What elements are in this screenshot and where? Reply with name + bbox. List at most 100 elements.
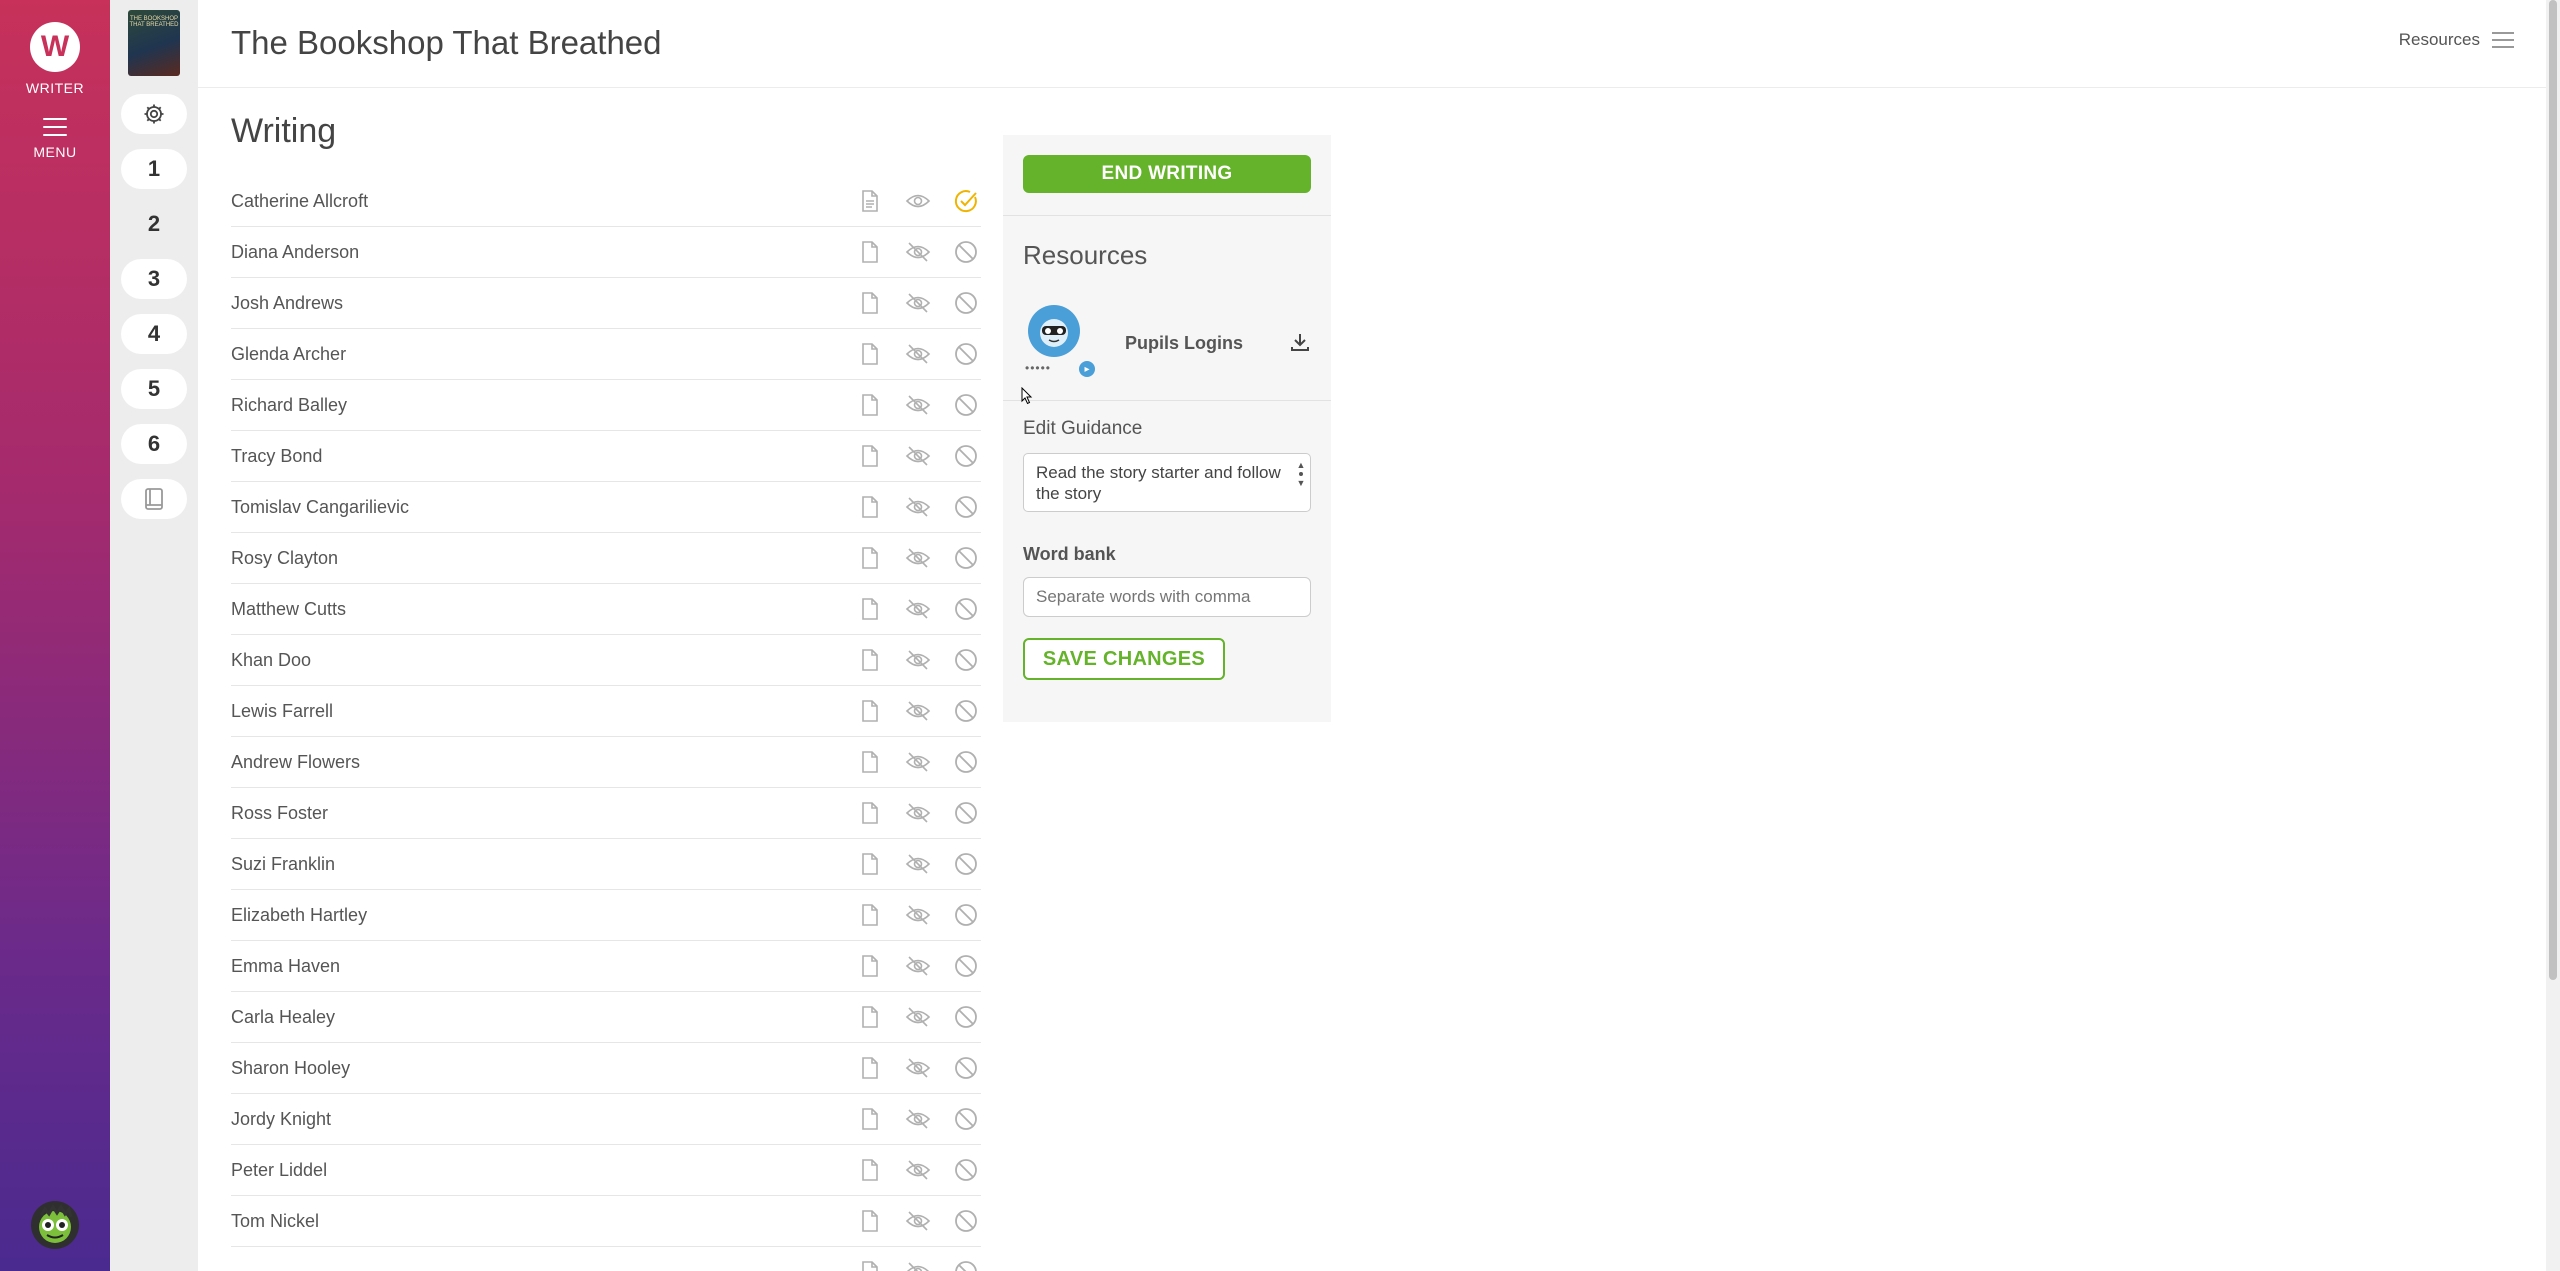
pupil-row[interactable]: Tracy Bond: [231, 431, 981, 482]
eye-off-icon[interactable]: [903, 645, 933, 675]
eye-off-icon[interactable]: [903, 1002, 933, 1032]
eye-off-icon[interactable]: [903, 237, 933, 267]
document-icon[interactable]: [855, 594, 885, 624]
user-avatar[interactable]: [31, 1201, 79, 1249]
document-icon[interactable]: [855, 543, 885, 573]
eye-off-icon[interactable]: [903, 543, 933, 573]
pupil-row[interactable]: Ross Foster: [231, 788, 981, 839]
eye-off-icon[interactable]: [903, 492, 933, 522]
document-icon[interactable]: [855, 747, 885, 777]
page-scrollbar[interactable]: [2546, 0, 2560, 1271]
pupil-row[interactable]: Rosy Clayton: [231, 533, 981, 584]
document-icon[interactable]: [855, 1104, 885, 1134]
eye-off-icon[interactable]: [903, 1257, 933, 1271]
pupil-row[interactable]: [231, 1247, 981, 1271]
eye-off-icon[interactable]: [903, 798, 933, 828]
pupil-row[interactable]: Khan Doo: [231, 635, 981, 686]
pupil-row[interactable]: Matthew Cutts: [231, 584, 981, 635]
pupil-row[interactable]: Josh Andrews: [231, 278, 981, 329]
eye-off-icon[interactable]: [903, 1206, 933, 1236]
blocked-icon[interactable]: [951, 900, 981, 930]
document-icon[interactable]: [855, 390, 885, 420]
resources-menu-button[interactable]: Resources: [2399, 30, 2514, 50]
pupil-row[interactable]: Elizabeth Hartley: [231, 890, 981, 941]
document-icon[interactable]: [855, 900, 885, 930]
document-icon[interactable]: [855, 645, 885, 675]
blocked-icon[interactable]: [951, 543, 981, 573]
pupil-row[interactable]: Tom Nickel: [231, 1196, 981, 1247]
blocked-icon[interactable]: [951, 594, 981, 624]
document-icon[interactable]: [855, 1155, 885, 1185]
eye-off-icon[interactable]: [903, 339, 933, 369]
pupil-row[interactable]: Suzi Franklin: [231, 839, 981, 890]
eye-off-icon[interactable]: [903, 900, 933, 930]
document-icon[interactable]: [855, 237, 885, 267]
document-icon[interactable]: [855, 339, 885, 369]
blocked-icon[interactable]: [951, 951, 981, 981]
pupil-row[interactable]: Emma Haven: [231, 941, 981, 992]
step-5-button[interactable]: 5: [121, 369, 187, 409]
document-icon[interactable]: [855, 1053, 885, 1083]
eye-off-icon[interactable]: [903, 696, 933, 726]
document-icon[interactable]: [855, 1002, 885, 1032]
blocked-icon[interactable]: [951, 1257, 981, 1271]
blocked-icon[interactable]: [951, 288, 981, 318]
blocked-icon[interactable]: [951, 1053, 981, 1083]
blocked-icon[interactable]: [951, 237, 981, 267]
document-icon[interactable]: [855, 1206, 885, 1236]
pupil-row[interactable]: Catherine Allcroft: [231, 176, 981, 227]
eye-off-icon[interactable]: [903, 747, 933, 777]
pupil-row[interactable]: Diana Anderson: [231, 227, 981, 278]
step-4-button[interactable]: 4: [121, 314, 187, 354]
pupil-row[interactable]: Tomislav Cangarilievic: [231, 482, 981, 533]
guidance-textarea[interactable]: Read the story starter and follow the st…: [1023, 453, 1311, 512]
pupil-row[interactable]: Lewis Farrell: [231, 686, 981, 737]
step-6-button[interactable]: 6: [121, 424, 187, 464]
eye-off-icon[interactable]: [903, 951, 933, 981]
end-writing-button[interactable]: END WRITING: [1023, 155, 1311, 193]
menu-label[interactable]: MENU: [33, 144, 76, 160]
eye-off-icon[interactable]: [903, 390, 933, 420]
document-icon[interactable]: [855, 696, 885, 726]
resource-item[interactable]: ••••• ▸ Pupils Logins: [1023, 305, 1323, 377]
eye-off-icon[interactable]: [903, 594, 933, 624]
document-icon[interactable]: [855, 492, 885, 522]
blocked-icon[interactable]: [951, 339, 981, 369]
blocked-icon[interactable]: [951, 696, 981, 726]
document-icon[interactable]: [855, 849, 885, 879]
eye-off-icon[interactable]: [903, 441, 933, 471]
eye-icon[interactable]: [903, 186, 933, 216]
app-logo[interactable]: W: [30, 22, 80, 72]
eye-off-icon[interactable]: [903, 1053, 933, 1083]
scrollbar-thumb[interactable]: [2549, 0, 2557, 980]
settings-button[interactable]: [121, 94, 187, 134]
pupil-row[interactable]: Glenda Archer: [231, 329, 981, 380]
menu-icon[interactable]: [43, 118, 67, 136]
document-icon[interactable]: [855, 951, 885, 981]
document-icon[interactable]: [855, 288, 885, 318]
eye-off-icon[interactable]: [903, 1104, 933, 1134]
step-3-button[interactable]: 3: [121, 259, 187, 299]
step-1-button[interactable]: 1: [121, 149, 187, 189]
blocked-icon[interactable]: [951, 441, 981, 471]
pupil-row[interactable]: Richard Balley: [231, 380, 981, 431]
pupil-row[interactable]: Sharon Hooley: [231, 1043, 981, 1094]
pupil-row[interactable]: Carla Healey: [231, 992, 981, 1043]
document-icon[interactable]: [855, 798, 885, 828]
check-circle-icon[interactable]: [951, 186, 981, 216]
download-icon[interactable]: [1285, 327, 1315, 357]
book-button[interactable]: [121, 479, 187, 519]
word-bank-input[interactable]: [1023, 577, 1311, 617]
blocked-icon[interactable]: [951, 849, 981, 879]
eye-off-icon[interactable]: [903, 288, 933, 318]
blocked-icon[interactable]: [951, 1002, 981, 1032]
blocked-icon[interactable]: [951, 1155, 981, 1185]
textarea-scrollbar[interactable]: ▲ ▼: [1296, 460, 1306, 504]
blocked-icon[interactable]: [951, 1104, 981, 1134]
blocked-icon[interactable]: [951, 1206, 981, 1236]
blocked-icon[interactable]: [951, 492, 981, 522]
blocked-icon[interactable]: [951, 390, 981, 420]
blocked-icon[interactable]: [951, 798, 981, 828]
eye-off-icon[interactable]: [903, 1155, 933, 1185]
pupil-row[interactable]: Jordy Knight: [231, 1094, 981, 1145]
